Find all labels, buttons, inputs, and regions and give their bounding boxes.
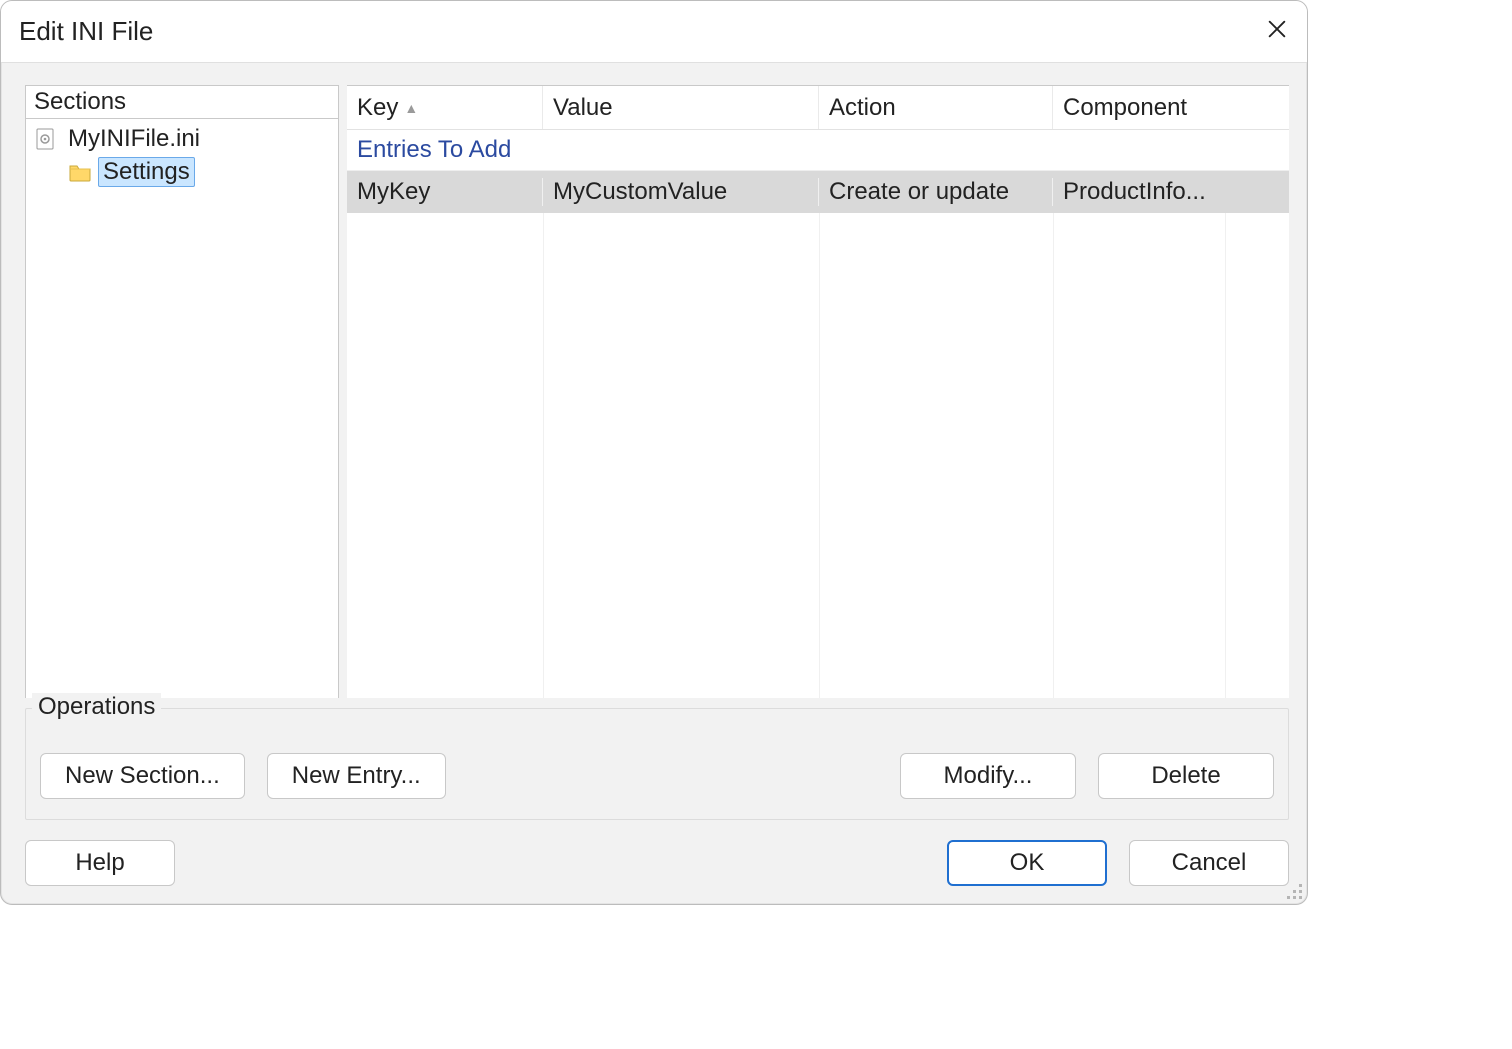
column-header-value[interactable]: Value	[543, 86, 819, 129]
cell-value: MyCustomValue	[543, 178, 819, 206]
cell-key: MyKey	[347, 178, 543, 206]
list-header-row: Key ▲ Value Action Component	[347, 86, 1289, 130]
operations-legend: Operations	[32, 693, 161, 721]
column-header-component-label: Component	[1063, 94, 1187, 122]
modify-button[interactable]: Modify...	[900, 753, 1076, 799]
close-icon	[1266, 16, 1288, 47]
new-section-button[interactable]: New Section...	[40, 753, 245, 799]
column-header-key[interactable]: Key ▲	[347, 86, 543, 129]
sections-header: Sections	[25, 85, 339, 119]
cancel-button[interactable]: Cancel	[1129, 840, 1289, 886]
sort-ascending-icon: ▲	[404, 100, 418, 116]
tree-node-section[interactable]: Settings	[28, 155, 338, 189]
ok-button[interactable]: OK	[947, 840, 1107, 886]
sections-panel: Sections MyINIFile.ini	[25, 85, 339, 698]
resize-grip[interactable]	[1284, 881, 1304, 901]
tree-section-label: Settings	[98, 157, 195, 187]
sections-tree[interactable]: MyINIFile.ini Settings	[25, 119, 339, 698]
delete-button[interactable]: Delete	[1098, 753, 1274, 799]
tree-file-label: MyINIFile.ini	[64, 125, 204, 153]
close-button[interactable]	[1247, 1, 1307, 63]
client-area: Sections MyINIFile.ini	[1, 63, 1307, 904]
list-row[interactable]: MyKey MyCustomValue Create or update Pro…	[347, 171, 1289, 213]
help-button[interactable]: Help	[25, 840, 175, 886]
operations-group: Operations New Section... New Entry... M…	[25, 708, 1289, 820]
entries-list: Key ▲ Value Action Component Entries To …	[347, 85, 1289, 698]
new-entry-button[interactable]: New Entry...	[267, 753, 446, 799]
dialog-title: Edit INI File	[19, 16, 153, 47]
column-header-key-label: Key	[357, 94, 398, 122]
titlebar: Edit INI File	[1, 1, 1307, 63]
cell-component: ProductInfo...	[1053, 178, 1289, 206]
tree-node-file[interactable]: MyINIFile.ini	[28, 123, 338, 155]
dialog-footer: Help OK Cancel	[25, 820, 1289, 886]
column-header-action-label: Action	[829, 94, 896, 122]
column-header-value-label: Value	[553, 94, 613, 122]
list-group-entries-to-add: Entries To Add	[347, 130, 1289, 171]
column-header-component[interactable]: Component	[1053, 86, 1289, 129]
ini-file-icon	[34, 127, 58, 151]
list-body-blank[interactable]	[347, 213, 1289, 698]
edit-ini-file-dialog: Edit INI File Sections	[0, 0, 1308, 905]
column-header-action[interactable]: Action	[819, 86, 1053, 129]
cell-action: Create or update	[819, 178, 1053, 206]
work-area: Sections MyINIFile.ini	[25, 85, 1289, 698]
folder-icon	[68, 160, 92, 184]
